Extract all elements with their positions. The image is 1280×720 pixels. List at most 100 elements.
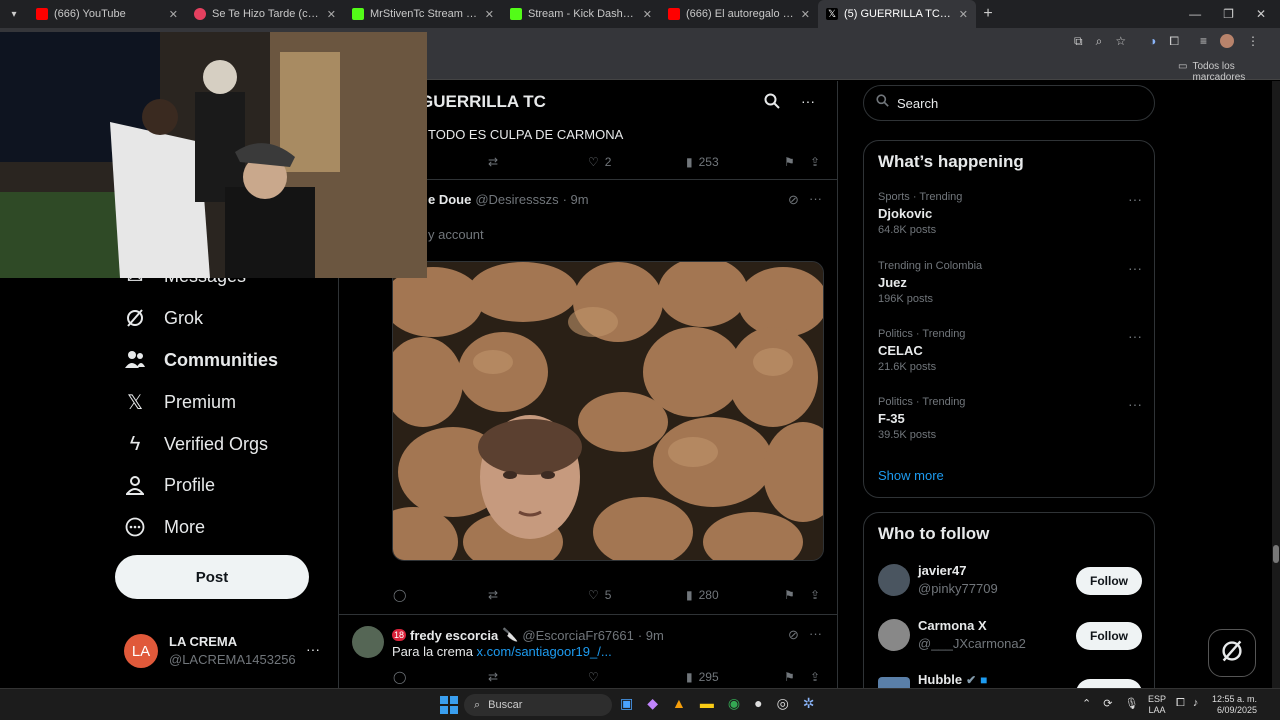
author-name[interactable]: e Doue — [428, 192, 471, 207]
retweet-button[interactable]: ⇄ — [488, 670, 498, 684]
all-bookmarks[interactable]: ▭ Todos los marcadores — [1178, 61, 1280, 83]
retweet-button[interactable]: ⇄ — [488, 588, 498, 602]
volume-icon[interactable]: ♪ — [1193, 697, 1199, 710]
trend-item[interactable]: Politics · Trending CELAC 21.6K posts ··· — [878, 328, 1142, 373]
language-indicator[interactable]: ESP LAA — [1148, 694, 1166, 716]
extension-icon[interactable]: ◑ — [1149, 34, 1156, 49]
microphone-icon[interactable]: 🎙 — [1124, 697, 1138, 710]
menu-kebab-icon[interactable]: ⋮ — [1247, 34, 1259, 49]
more-icon[interactable]: ··· — [1128, 191, 1142, 207]
chrome-icon[interactable]: ◉ — [728, 695, 740, 712]
new-tab-icon[interactable]: + — [976, 5, 1000, 23]
zoom-icon[interactable]: ⌕ — [1096, 34, 1103, 49]
follow-suggestion[interactable]: Carmona X @___JXcarmona2 Follow — [878, 616, 1142, 656]
nav-premium[interactable]: 𝕏 Premium — [124, 391, 236, 414]
trend-item[interactable]: Sports · Trending Djokovic 64.8K posts ··· — [878, 191, 1142, 236]
clock[interactable]: 12:55 a. m. 6/09/2025 — [1212, 694, 1257, 716]
more-icon[interactable]: ··· — [1128, 396, 1142, 412]
scrollbar[interactable] — [1272, 81, 1280, 688]
account-switcher[interactable]: LA LA CREMA @LACREMA1453256 ··· — [124, 631, 324, 675]
follow-button[interactable]: Follow — [1076, 567, 1142, 595]
profile-avatar[interactable] — [1219, 34, 1234, 48]
reply-button[interactable]: ◯ — [393, 588, 406, 602]
close-icon[interactable]: ✕ — [485, 8, 494, 21]
chevron-up-icon[interactable]: ⌃ — [1082, 697, 1091, 710]
obs-icon[interactable]: ◎ — [777, 695, 789, 712]
app-4k-icon[interactable]: ● — [754, 695, 762, 712]
tab-se-te-hizo-tarde[interactable]: Se Te Hizo Tarde (con Ele A El D✕ — [186, 0, 344, 28]
like-button[interactable]: ♡ — [588, 670, 599, 684]
bookmark-button[interactable]: ⚑ — [784, 670, 795, 684]
share-button[interactable]: ⇪ — [810, 588, 820, 602]
post-button[interactable]: Post — [115, 555, 309, 599]
install-app-icon[interactable]: ⧉ — [1074, 34, 1083, 49]
bookmark-button[interactable]: ⚑ — [784, 588, 795, 602]
follow-button[interactable]: Follow — [1076, 622, 1142, 650]
author-handle[interactable]: @EscorciaFr67661 — [522, 628, 633, 643]
search-icon[interactable] — [764, 93, 780, 114]
close-window-icon[interactable]: ✕ — [1256, 7, 1266, 21]
reply-button[interactable]: ◯ — [393, 670, 406, 684]
nav-profile[interactable]: Profile — [124, 474, 215, 496]
tab-youtube-2[interactable]: (666) El autoregalo más caro de✕ — [660, 0, 818, 28]
network-icon[interactable]: ⧠ — [1176, 697, 1185, 710]
avatar[interactable] — [352, 626, 384, 658]
search-box[interactable]: Search — [863, 85, 1155, 121]
share-button[interactable]: ⇪ — [810, 155, 820, 169]
bookmark-star-icon[interactable]: ☆ — [1115, 34, 1126, 49]
show-more-link[interactable]: Show more — [878, 468, 944, 483]
more-icon[interactable]: ··· — [809, 626, 822, 641]
windows-start-icon[interactable] — [440, 696, 458, 714]
grok-fab[interactable] — [1208, 629, 1256, 677]
post-image-potatoes[interactable] — [392, 261, 824, 561]
scrollbar-thumb[interactable] — [1273, 545, 1279, 563]
views-button[interactable]: ▮ 253 — [686, 155, 719, 169]
author-handle[interactable]: @Desiressszs — [475, 192, 558, 207]
author-name[interactable]: fredy escorcia — [410, 628, 498, 643]
more-icon[interactable]: ··· — [1128, 328, 1142, 344]
grok-icon[interactable]: ⊘ — [788, 192, 799, 208]
tab-search-chevron-icon[interactable]: ▾ — [0, 0, 28, 28]
file-explorer-icon[interactable]: ▬ — [700, 695, 714, 712]
nav-more[interactable]: More — [124, 516, 205, 538]
grok-icon[interactable]: ⊘ — [788, 627, 799, 643]
close-icon[interactable]: ✕ — [801, 8, 810, 21]
app-icon[interactable]: ▲ — [672, 695, 686, 712]
copilot-icon[interactable]: ◆ — [647, 695, 658, 712]
share-button[interactable]: ⇪ — [810, 670, 820, 684]
like-button[interactable]: ♡ 2 — [588, 155, 611, 169]
sync-icon[interactable]: ⟳ — [1103, 697, 1112, 710]
close-icon[interactable]: ✕ — [327, 8, 336, 21]
bookmark-button[interactable]: ⚑ — [784, 155, 795, 169]
minimize-icon[interactable]: — — [1189, 7, 1201, 21]
search-input[interactable]: Search — [897, 96, 938, 111]
close-icon[interactable]: ✕ — [643, 8, 652, 21]
more-icon[interactable]: ··· — [801, 93, 815, 109]
tab-kick-stream[interactable]: MrStivenTc Stream - Watch Live✕ — [344, 0, 502, 28]
more-icon[interactable]: ··· — [306, 641, 320, 657]
reading-list-icon[interactable]: ≡ — [1200, 34, 1207, 49]
follow-button[interactable]: Follow — [1076, 679, 1142, 688]
views-button[interactable]: ▮ 295 — [686, 670, 719, 684]
tab-kick-dashboard[interactable]: Stream - Kick Dashboard✕ — [502, 0, 660, 28]
more-icon[interactable]: ··· — [1128, 260, 1142, 276]
follow-suggestion[interactable]: Hubble✔■ Follow — [878, 671, 1142, 688]
follow-suggestion[interactable]: javier47 @pinky77709 Follow — [878, 561, 1142, 601]
taskbar-search[interactable]: ⌕ Buscar — [464, 694, 612, 716]
trend-item[interactable]: Politics · Trending F-35 39.5K posts ··· — [878, 396, 1142, 441]
task-view-icon[interactable]: ▣ — [620, 695, 633, 712]
tab-guerrilla-community[interactable]: 𝕏(5) GUERRILLA TC Community✕ — [818, 0, 976, 28]
nav-grok[interactable]: Grok — [124, 307, 203, 329]
retweet-button[interactable]: ⇄ — [488, 155, 498, 169]
trend-item[interactable]: Trending in Colombia Juez 196K posts ··· — [878, 260, 1142, 305]
close-icon[interactable]: ✕ — [169, 8, 178, 21]
restore-icon[interactable]: ❐ — [1223, 7, 1234, 21]
post-link[interactable]: x.com/santiagoor19_/... — [477, 644, 612, 659]
extensions-puzzle-icon[interactable]: ⧠ — [1169, 34, 1179, 49]
nav-verified-orgs[interactable]: ϟ Verified Orgs — [124, 433, 268, 455]
views-button[interactable]: ▮ 280 — [686, 588, 719, 602]
nav-communities[interactable]: Communities — [124, 349, 278, 371]
more-icon[interactable]: ··· — [809, 191, 822, 206]
close-icon[interactable]: ✕ — [959, 8, 968, 21]
tab-youtube[interactable]: (666) YouTube ✕ — [28, 0, 186, 28]
